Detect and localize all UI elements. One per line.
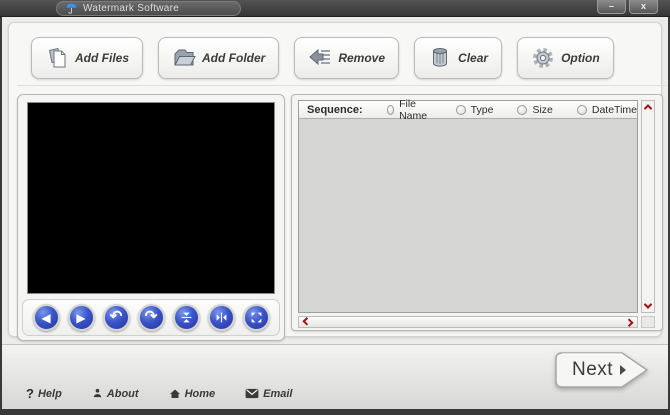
scroll-up-button[interactable] (642, 101, 654, 113)
sequence-label: Sequence: (307, 103, 363, 116)
help-label: Help (37, 387, 62, 400)
file-list-frame: Sequence: File Name Type Size DateTime (298, 97, 638, 313)
add-folder-icon (172, 46, 196, 70)
horizontal-scrollbar[interactable] (298, 316, 638, 328)
size-radio-label: Size (532, 103, 553, 116)
flip-vertical-icon (180, 311, 193, 324)
datetime-radio-label: DateTime (591, 103, 637, 116)
title-tab: Watermark Software (56, 1, 241, 16)
window-content: Add Files Add Folder Remove Clear Option… (2, 17, 668, 409)
add-folder-button[interactable]: Add Folder (158, 37, 280, 79)
scroll-down-icon (643, 300, 653, 309)
help-link[interactable]: ? Help (26, 386, 62, 401)
flip-horizontal-icon (215, 311, 228, 324)
fit-view-button[interactable] (242, 304, 270, 331)
help-icon: ? (26, 386, 34, 401)
scroll-right-button[interactable] (625, 317, 635, 327)
rotate-right-button[interactable]: ↷ (137, 304, 165, 331)
next-button-label: Next (572, 359, 614, 380)
bottom-bar: Next ? Help About Home Email (2, 344, 668, 409)
watermark-software-window: Watermark Software – x Add Files Add Fol… (0, 0, 670, 415)
clear-button[interactable]: Clear (414, 37, 503, 79)
titlebar: Watermark Software – x (0, 0, 670, 17)
rotate-left-button[interactable]: ↶ (102, 304, 130, 331)
scroll-left-icon (302, 317, 311, 326)
about-link[interactable]: About (92, 388, 139, 400)
next-image-button[interactable]: ▶ (67, 304, 95, 331)
scroll-down-button[interactable] (642, 300, 654, 312)
window-controls: – x (597, 0, 658, 14)
right-arrow-icon: ▶ (76, 310, 86, 325)
file-list-panel: Sequence: File Name Type Size DateTime (291, 94, 663, 331)
close-button[interactable]: x (629, 0, 658, 14)
previous-image-button[interactable]: ◀ (32, 304, 60, 331)
option-label: Option (561, 51, 600, 65)
rotate-left-icon: ↶ (109, 308, 123, 325)
remove-button[interactable]: Remove (294, 37, 400, 79)
home-link[interactable]: Home (169, 387, 216, 400)
clear-label: Clear (458, 51, 489, 65)
sort-by-type-option[interactable]: Type (455, 103, 494, 116)
option-button[interactable]: Option (517, 37, 614, 79)
scroll-left-button[interactable] (301, 317, 311, 327)
size-radio[interactable] (517, 104, 528, 115)
email-icon (245, 388, 259, 399)
home-icon (169, 388, 181, 400)
flip-horizontal-button[interactable] (207, 304, 235, 331)
preview-controls: ◀ ▶ ↶ ↷ (22, 299, 280, 336)
add-folder-label: Add Folder (202, 51, 266, 65)
add-files-icon (45, 46, 69, 70)
type-radio[interactable] (455, 104, 466, 115)
home-label: Home (184, 387, 216, 400)
email-label: Email (263, 387, 293, 400)
left-arrow-icon: ◀ (41, 310, 51, 325)
scroll-up-icon (643, 104, 653, 113)
filename-radio-label: File Name (399, 97, 428, 122)
option-gear-icon (531, 46, 555, 70)
window-title: Watermark Software (83, 3, 180, 14)
next-button[interactable]: Next (554, 351, 650, 389)
minimize-button[interactable]: – (597, 0, 626, 14)
add-files-button[interactable]: Add Files (31, 37, 144, 79)
email-link[interactable]: Email (245, 388, 292, 400)
footer-links: ? Help About Home Email (26, 386, 292, 401)
about-person-icon (92, 388, 103, 399)
about-label: About (106, 387, 139, 400)
fit-view-icon (250, 311, 263, 324)
remove-arrow-icon (308, 46, 332, 70)
preview-screen (27, 102, 275, 294)
app-umbrella-icon (65, 2, 78, 15)
remove-label: Remove (338, 51, 386, 65)
file-list-header: Sequence: File Name Type Size DateTime (299, 97, 637, 122)
main-panel: Add Files Add Folder Remove Clear Option… (8, 22, 667, 341)
type-radio-label: Type (470, 103, 494, 116)
filename-radio[interactable] (386, 104, 395, 115)
sort-by-size-option[interactable]: Size (517, 103, 553, 116)
toolbar: Add Files Add Folder Remove Clear Option (17, 31, 667, 86)
add-files-label: Add Files (75, 51, 130, 65)
next-arrow-icon (620, 365, 626, 375)
scroll-right-icon (625, 318, 634, 327)
rotate-right-icon: ↷ (144, 308, 158, 325)
clear-trash-icon (428, 46, 452, 70)
scrollbar-corner (641, 316, 655, 328)
datetime-radio[interactable] (576, 104, 587, 115)
sort-by-filename-option[interactable]: File Name (386, 97, 432, 122)
preview-panel: ◀ ▶ ↶ ↷ (17, 94, 285, 341)
sort-by-datetime-option[interactable]: DateTime (576, 103, 637, 116)
vertical-scrollbar[interactable] (641, 100, 655, 313)
flip-vertical-button[interactable] (172, 304, 200, 331)
file-list-body[interactable] (299, 119, 637, 313)
